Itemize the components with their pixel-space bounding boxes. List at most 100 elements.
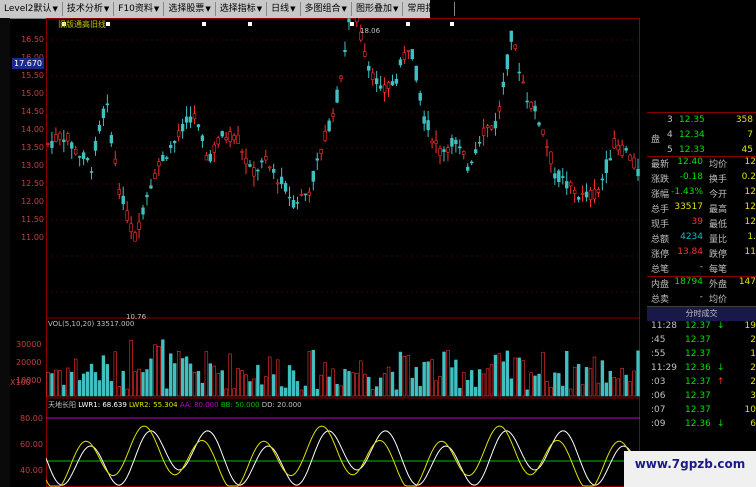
- separator: [647, 112, 756, 113]
- quote-value: 4234: [680, 232, 703, 242]
- candle-body: [588, 189, 593, 201]
- candle-body: [109, 135, 114, 144]
- dropdown-arrow-icon: ▼: [290, 5, 296, 13]
- quote-row: 涨停 13.84 跌停 11: [649, 247, 756, 262]
- volume-bar: [137, 368, 141, 397]
- volume-bar: [339, 385, 343, 397]
- event-marker-icon: [202, 22, 206, 26]
- candle-body: [505, 54, 510, 70]
- volume-bar: [145, 369, 149, 397]
- candle-body: [256, 169, 260, 172]
- volume-bar: [58, 370, 62, 397]
- quote-label: 今开: [709, 190, 728, 200]
- toolbar-item[interactable]: F10资料▼: [114, 2, 165, 16]
- volume-bar: [521, 360, 525, 397]
- volume-bar: [272, 374, 276, 397]
- volume-bar: [125, 388, 129, 397]
- volume-bar: [481, 373, 486, 397]
- volume-bar: [501, 361, 506, 397]
- kline-chart[interactable]: [46, 18, 640, 487]
- candle-body: [442, 149, 446, 152]
- candle-body: [355, 18, 359, 23]
- candle-body: [541, 129, 545, 135]
- volume-bar: [572, 366, 577, 397]
- candle-body: [204, 154, 209, 161]
- candle-body: [260, 160, 264, 163]
- toolbar-item-label: F10资料: [118, 4, 153, 14]
- quote-label: 涨停: [651, 250, 670, 260]
- dropdown-arrow-icon: ▼: [341, 5, 347, 13]
- quote-label: 均价: [709, 295, 728, 305]
- volume-bar: [335, 383, 339, 397]
- candle-body: [216, 137, 220, 145]
- event-marker-icon: [106, 22, 110, 26]
- toolbar-item[interactable]: 日线▼: [267, 2, 301, 16]
- toolbar-item[interactable]: 多图组合▼: [301, 2, 352, 16]
- dropdown-arrow-icon: ▼: [444, 5, 450, 13]
- volume-bar: [264, 376, 268, 397]
- tick-time: :07: [651, 405, 666, 415]
- candle-body: [240, 151, 244, 153]
- candle-body: [462, 151, 466, 155]
- current-price-marker: 17.670: [12, 58, 44, 69]
- candle-body: [335, 89, 339, 103]
- volume-bar: [287, 365, 292, 397]
- volume-bar: [454, 359, 458, 397]
- candle-body: [50, 141, 54, 148]
- ticks-header[interactable]: 分时成交: [647, 306, 756, 321]
- volume-bar: [50, 373, 54, 397]
- toolbar-item[interactable]: 选择指标▼: [216, 2, 268, 16]
- candle-body: [105, 103, 110, 106]
- candle-body: [438, 148, 442, 156]
- candle-body: [422, 116, 426, 124]
- quote-label: 最高: [709, 205, 728, 215]
- toolbar-item[interactable]: Level2默认▼: [0, 2, 63, 16]
- volume-bar: [604, 382, 609, 397]
- toolbar-item-label: 日线: [271, 4, 290, 14]
- candle-body: [268, 166, 272, 169]
- candle-body: [537, 122, 541, 126]
- toolbar-item[interactable]: 常用指标▼: [403, 2, 455, 16]
- quote-value: 11: [744, 247, 756, 257]
- quote-value: -0.18: [679, 172, 703, 182]
- candle-body: [161, 155, 165, 161]
- toolbar-item[interactable]: 图形叠加▼: [352, 2, 404, 16]
- tick-row: :09 12.36 ↓ 6: [647, 419, 756, 433]
- candle-body: [367, 65, 371, 71]
- quote-value: 18794: [674, 277, 703, 287]
- candle-body: [382, 84, 387, 93]
- orderbook-volume: 358: [735, 115, 753, 125]
- volume-bar: [616, 378, 620, 397]
- candle-body: [176, 130, 181, 138]
- high-price-label: 18.06: [360, 27, 381, 35]
- volume-bar: [85, 371, 90, 397]
- candle-body: [153, 173, 157, 179]
- candle-body: [275, 182, 280, 185]
- toolbar-item[interactable]: 选择股票▼: [164, 2, 216, 16]
- volume-bar: [505, 350, 510, 397]
- volume-bar: [438, 376, 442, 397]
- tick-direction-icon: ↓: [717, 363, 725, 373]
- quote-value: -: [699, 292, 703, 302]
- volume-bar: [525, 389, 529, 397]
- volume-bar: [232, 388, 236, 397]
- candle-body: [169, 144, 173, 148]
- volume-bar: [89, 363, 94, 397]
- left-side-tabs[interactable]: [0, 18, 10, 487]
- volume-bar: [355, 372, 359, 397]
- candle-body: [596, 189, 601, 193]
- tick-price: 12.37: [685, 321, 711, 331]
- candle-body: [220, 131, 224, 137]
- quote-value: 12: [744, 202, 756, 212]
- volume-bar: [632, 370, 636, 397]
- candle-body: [513, 44, 517, 49]
- price-tick-label: 14.50: [21, 107, 44, 116]
- candle-body: [173, 141, 177, 144]
- volume-bar: [81, 373, 86, 397]
- candle-body: [608, 158, 612, 161]
- toolbar-item[interactable]: 技术分析▼: [63, 2, 115, 16]
- candle-body: [157, 161, 161, 167]
- volume-bar: [291, 370, 296, 397]
- quote-value: 0.2: [741, 172, 756, 182]
- candle-body: [426, 120, 430, 131]
